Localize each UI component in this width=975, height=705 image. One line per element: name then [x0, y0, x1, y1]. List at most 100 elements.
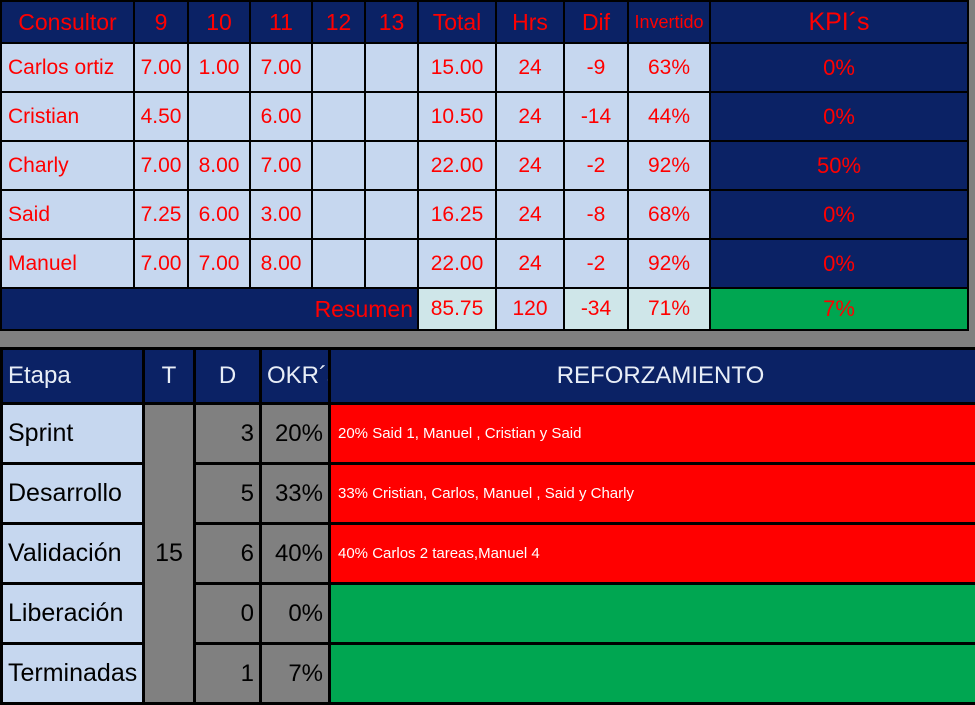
cell-kpi: 0%	[711, 44, 967, 91]
cell-hrs: 24	[497, 93, 563, 140]
cell-kpi: 0%	[711, 93, 967, 140]
column-header-total: Total	[419, 2, 495, 42]
cell-day-9: 7.00	[135, 240, 187, 287]
column-header-kpis: KPI´s	[711, 2, 967, 42]
cell-day-9: 7.00	[135, 44, 187, 91]
cell-reforzamiento: 20% Said 1, Manuel , Cristian y Said	[331, 405, 975, 462]
cell-day-10: 6.00	[189, 191, 249, 238]
summary-hrs: 120	[497, 289, 563, 329]
summary-total: 85.75	[419, 289, 495, 329]
cell-total: 22.00	[419, 240, 495, 287]
cell-total: 15.00	[419, 44, 495, 91]
cell-day-10	[189, 93, 249, 140]
cell-day-13	[366, 240, 417, 287]
cell-etapa: Validación	[3, 525, 142, 582]
cell-d: 0	[196, 585, 259, 642]
table-row: Manuel 7.00 7.00 8.00 22.00 24 -2 92% 0%	[2, 240, 967, 287]
cell-dif: -2	[565, 240, 627, 287]
table-header-row: Consultor 9 10 11 12 13 Total Hrs Dif In…	[2, 2, 967, 42]
cell-day-11: 6.00	[251, 93, 311, 140]
column-header-reforzamiento: REFORZAMIENTO	[331, 350, 975, 402]
cell-kpi: 0%	[711, 191, 967, 238]
cell-d: 3	[196, 405, 259, 462]
cell-total: 22.00	[419, 142, 495, 189]
cell-day-12	[313, 240, 364, 287]
cell-okr: 20%	[262, 405, 328, 462]
cell-d: 5	[196, 465, 259, 522]
table-row: Cristian 4.50 6.00 10.50 24 -14 44% 0%	[2, 93, 967, 140]
cell-day-10: 8.00	[189, 142, 249, 189]
cell-consultor: Cristian	[2, 93, 133, 140]
table-row: Said 7.25 6.00 3.00 16.25 24 -8 68% 0%	[2, 191, 967, 238]
cell-reforzamiento	[331, 645, 975, 702]
cell-kpi: 50%	[711, 142, 967, 189]
column-header-okrs: OKR´s	[262, 350, 328, 402]
cell-day-10: 7.00	[189, 240, 249, 287]
cell-dif: -14	[565, 93, 627, 140]
cell-hrs: 24	[497, 44, 563, 91]
summary-invertido: 71%	[629, 289, 709, 329]
cell-hrs: 24	[497, 142, 563, 189]
cell-d: 1	[196, 645, 259, 702]
cell-etapa: Desarrollo	[3, 465, 142, 522]
cell-day-13	[366, 191, 417, 238]
cell-etapa: Liberación	[3, 585, 142, 642]
cell-hrs: 24	[497, 240, 563, 287]
cell-consultor: Manuel	[2, 240, 133, 287]
cell-d: 6	[196, 525, 259, 582]
cell-day-9: 7.00	[135, 142, 187, 189]
column-header-invertido: Invertido	[629, 2, 709, 42]
cell-day-10: 1.00	[189, 44, 249, 91]
summary-dif: -34	[565, 289, 627, 329]
table-header-row: Etapa T D OKR´s REFORZAMIENTO	[3, 350, 975, 402]
cell-day-11: 8.00	[251, 240, 311, 287]
cell-day-12	[313, 44, 364, 91]
cell-day-13	[366, 93, 417, 140]
consultant-hours-table-container: Consultor 9 10 11 12 13 Total Hrs Dif In…	[0, 0, 969, 331]
column-header-d: D	[196, 350, 259, 402]
cell-consultor: Charly	[2, 142, 133, 189]
cell-invertido: 44%	[629, 93, 709, 140]
cell-day-12	[313, 191, 364, 238]
cell-day-13	[366, 44, 417, 91]
summary-row: Resumen 85.75 120 -34 71% 7%	[2, 289, 967, 329]
table-row: Sprint 15 3 20% 20% Said 1, Manuel , Cri…	[3, 405, 975, 702]
cell-reforzamiento	[331, 585, 975, 642]
cell-dif: -8	[565, 191, 627, 238]
column-header-day-12: 12	[313, 2, 364, 42]
cell-dif: -2	[565, 142, 627, 189]
table-row: Carlos ortiz 7.00 1.00 7.00 15.00 24 -9 …	[2, 44, 967, 91]
cell-total: 16.25	[419, 191, 495, 238]
cell-day-9: 4.50	[135, 93, 187, 140]
cell-reforzamiento: 40% Carlos 2 tareas,Manuel 4	[331, 525, 975, 582]
cell-day-12	[313, 93, 364, 140]
cell-dif: -9	[565, 44, 627, 91]
cell-day-11: 7.00	[251, 44, 311, 91]
column-header-day-9: 9	[135, 2, 187, 42]
cell-okr: 0%	[262, 585, 328, 642]
cell-etapa: Sprint	[3, 405, 142, 462]
cell-hrs: 24	[497, 191, 563, 238]
column-header-t: T	[145, 350, 193, 402]
consultant-hours-table: Consultor 9 10 11 12 13 Total Hrs Dif In…	[0, 0, 969, 331]
cell-invertido: 92%	[629, 142, 709, 189]
cell-day-9: 7.25	[135, 191, 187, 238]
cell-invertido: 92%	[629, 240, 709, 287]
column-header-hrs: Hrs	[497, 2, 563, 42]
cell-reforzamiento: 33% Cristian, Carlos, Manuel , Said y Ch…	[331, 465, 975, 522]
cell-kpi: 0%	[711, 240, 967, 287]
cell-day-12	[313, 142, 364, 189]
summary-label: Resumen	[2, 289, 417, 329]
column-header-day-13: 13	[366, 2, 417, 42]
summary-kpi: 7%	[711, 289, 967, 329]
cell-total-tasks: 15	[145, 405, 193, 702]
cell-day-11: 7.00	[251, 142, 311, 189]
column-header-etapa: Etapa	[3, 350, 142, 402]
cell-okr: 7%	[262, 645, 328, 702]
column-header-day-11: 11	[251, 2, 311, 42]
stage-okr-table: Etapa T D OKR´s REFORZAMIENTO Sprint 15 …	[0, 347, 975, 705]
cell-etapa: Terminadas	[3, 645, 142, 702]
cell-okr: 40%	[262, 525, 328, 582]
column-header-dif: Dif	[565, 2, 627, 42]
cell-okr: 33%	[262, 465, 328, 522]
